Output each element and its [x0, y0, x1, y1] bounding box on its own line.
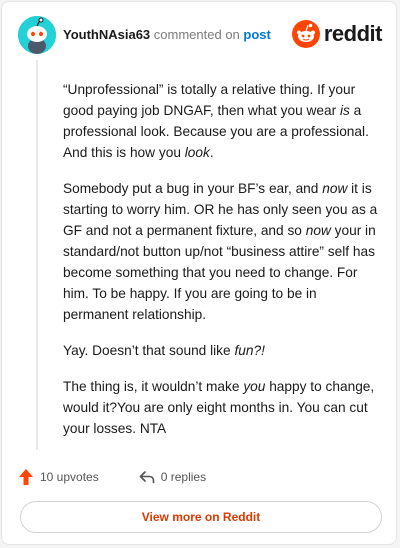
- post-link[interactable]: post: [243, 27, 270, 42]
- comment-paragraph: “Unprofessional” is totally a relative t…: [63, 79, 385, 163]
- emphasis-text: is: [339, 103, 350, 118]
- upvote-button[interactable]: 10 upvotes: [18, 468, 99, 486]
- comment-paragraph: The thing is, it wouldn’t make you happy…: [63, 376, 385, 439]
- thread-line: [36, 60, 38, 450]
- emphasis-text: now: [322, 181, 348, 196]
- reply-arrow-icon: [139, 471, 155, 484]
- reddit-logo-text: reddit: [323, 21, 383, 46]
- comment-card: YouthNAsia63 commented on post reddit “U…: [1, 1, 397, 545]
- view-more-button[interactable]: View more on Reddit: [20, 501, 382, 533]
- paragraph-text: Somebody put a bug in your BF’s ear, and: [63, 181, 323, 196]
- snoo-avatar-icon: [18, 16, 56, 54]
- reply-count: 0 replies: [160, 470, 207, 484]
- paragraph-text: .: [209, 145, 214, 160]
- upvote-arrow-icon: [19, 469, 33, 485]
- comment-header: YouthNAsia63 commented on post reddit: [18, 16, 383, 56]
- replies-button[interactable]: 0 replies: [139, 470, 206, 484]
- paragraph-text: “Unprofessional” is totally a relative t…: [63, 82, 356, 118]
- comment-paragraph: Yay. Doesn’t that sound like fun?!: [63, 340, 385, 361]
- reddit-snoo-logo-icon: [291, 20, 320, 48]
- emphasis-text: now: [305, 223, 331, 238]
- user-avatar[interactable]: [18, 16, 56, 54]
- emphasis-text: you: [243, 379, 266, 394]
- comment-body: “Unprofessional” is totally a relative t…: [63, 79, 385, 454]
- emphasis-text: fun?!: [234, 343, 265, 358]
- comment-actions: 10 upvotes 0 replies: [18, 466, 206, 488]
- reddit-logo[interactable]: reddit: [291, 20, 383, 48]
- author-username[interactable]: YouthNAsia63: [63, 27, 150, 42]
- meta-action-text: commented on: [153, 27, 240, 42]
- comment-meta: YouthNAsia63 commented on post: [63, 27, 271, 42]
- paragraph-text: The thing is, it wouldn’t make: [63, 379, 244, 394]
- upvote-count: 10 upvotes: [40, 470, 99, 484]
- emphasis-text: look: [184, 145, 210, 160]
- paragraph-text: Yay. Doesn’t that sound like: [63, 343, 235, 358]
- comment-paragraph: Somebody put a bug in your BF’s ear, and…: [63, 178, 385, 325]
